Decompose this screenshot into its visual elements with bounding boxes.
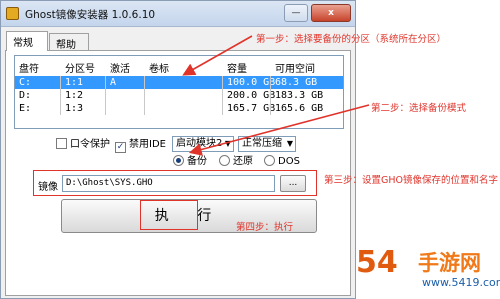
- password-protect-label: 口令保护: [70, 139, 110, 150]
- column-active[interactable]: 激活: [110, 60, 130, 75]
- mode-backup-radio[interactable]: 备份: [173, 155, 207, 169]
- tab-help[interactable]: 帮助: [49, 33, 89, 51]
- cell-free: 165.6 GB: [275, 103, 324, 114]
- chevron-down-icon: ▼: [286, 139, 293, 148]
- column-divider: [222, 76, 223, 115]
- cell-partition: 1:1: [65, 77, 84, 88]
- mode-backup-label: 备份: [187, 156, 207, 167]
- mode-restore-radio[interactable]: 还原: [219, 155, 253, 169]
- watermark-brand: 手游网: [418, 251, 481, 275]
- title-bar[interactable]: Ghost镜像安装器 1.0.6.10 — x: [1, 1, 355, 27]
- cell-partition: 1:3: [65, 103, 84, 114]
- watermark-number: 54: [356, 245, 398, 280]
- radio-icon[interactable]: [264, 155, 275, 166]
- tab-general[interactable]: 常规: [6, 31, 48, 51]
- disable-ide-checkbox[interactable]: ✓ 禁用IDE: [115, 138, 166, 153]
- close-button[interactable]: x: [311, 4, 351, 22]
- mode-dos-label: DOS: [278, 156, 300, 167]
- boot-module-select[interactable]: 启动模块2 ▼: [172, 136, 234, 152]
- column-label[interactable]: 卷标: [149, 60, 169, 75]
- column-divider: [144, 76, 145, 115]
- radio-selected-icon[interactable]: [173, 155, 184, 166]
- column-free-space[interactable]: 可用空间: [275, 60, 315, 75]
- annotation-step-4: 第四步：执行: [236, 222, 294, 233]
- cell-capacity: 200.0 GB: [227, 90, 276, 101]
- column-divider: [270, 76, 271, 115]
- column-partition[interactable]: 分区号: [65, 60, 95, 75]
- cell-active: A: [110, 77, 117, 88]
- window-title: Ghost镜像安装器 1.0.6.10: [25, 9, 156, 21]
- partition-row[interactable]: C: 1:1 A 100.0 GB 68.3 GB: [15, 76, 343, 89]
- annotation-step-3: 第三步：设置GHO镜像保存的位置和名字: [324, 175, 498, 186]
- cell-drive: E:: [19, 103, 32, 114]
- cell-capacity: 165.7 GB: [227, 103, 276, 114]
- minimize-button[interactable]: —: [284, 4, 308, 22]
- partition-row[interactable]: D: 1:2 200.0 GB 183.3 GB: [15, 89, 343, 102]
- watermark-url: www.5419.com: [422, 276, 500, 289]
- cell-drive: D:: [19, 90, 32, 101]
- cell-free: 183.3 GB: [275, 90, 324, 101]
- partition-row[interactable]: E: 1:3 165.7 GB 165.6 GB: [15, 102, 343, 115]
- cell-free: 68.3 GB: [275, 77, 318, 88]
- password-protect-checkbox[interactable]: 口令保护: [56, 138, 110, 152]
- cell-capacity: 100.0 GB: [227, 77, 276, 88]
- disable-ide-label: 禁用IDE: [129, 139, 166, 150]
- compression-select[interactable]: 正常压缩 ▼: [238, 136, 296, 152]
- watermark-logo: 54 手游网 www.5419.com: [356, 243, 500, 299]
- radio-icon[interactable]: [219, 155, 230, 166]
- cell-drive: C:: [19, 77, 32, 88]
- partition-list[interactable]: 盘符 分区号 激活 卷标 容量 可用空间 C: 1:1 A 100.0 GB 6…: [14, 55, 344, 129]
- checkbox-box[interactable]: [56, 138, 67, 149]
- chevron-down-icon: ▼: [224, 139, 231, 148]
- annotation-box-execute: [140, 200, 198, 230]
- compression-value: 正常压缩: [242, 138, 282, 149]
- mode-dos-radio[interactable]: DOS: [264, 155, 300, 169]
- partition-list-header: 盘符 分区号 激活 卷标 容量 可用空间: [15, 56, 343, 75]
- annotation-box-image: [33, 170, 317, 196]
- cell-partition: 1:2: [65, 90, 84, 101]
- column-drive[interactable]: 盘符: [19, 60, 39, 75]
- column-divider: [105, 76, 106, 115]
- annotation-step-2: 第二步：选择备份模式: [371, 103, 467, 114]
- column-capacity[interactable]: 容量: [227, 60, 247, 75]
- mode-restore-label: 还原: [233, 156, 253, 167]
- column-divider: [60, 76, 61, 115]
- app-icon: [6, 7, 19, 20]
- checkmark-icon[interactable]: ✓: [115, 142, 126, 153]
- boot-module-value: 启动模块2: [176, 138, 223, 149]
- annotation-step-1: 第一步：选择要备份的分区（系统所在分区）: [256, 34, 447, 45]
